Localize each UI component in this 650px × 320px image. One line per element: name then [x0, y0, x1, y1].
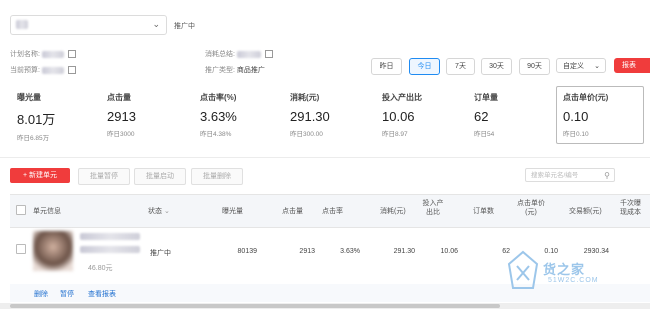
plan-selector[interactable]: ⌄	[10, 15, 167, 35]
edit-icon[interactable]	[264, 50, 273, 59]
edit-icon[interactable]	[67, 66, 76, 75]
plan-status: 推广中	[174, 23, 195, 30]
product-price: 46.80元	[88, 265, 113, 272]
budget-field: 当前预算:	[10, 65, 76, 75]
metric-value: 0.10	[563, 109, 589, 124]
metric-sub: 昨日54	[474, 131, 495, 138]
header-status[interactable]: 状态 ⌄	[148, 206, 170, 216]
batch-start-button[interactable]: 批量启动	[134, 168, 186, 185]
custom-label: 自定义	[563, 63, 584, 70]
date-yesterday-button[interactable]: 昨日	[371, 58, 402, 75]
metric-sub: 昨日0.10	[563, 131, 589, 138]
metric-orders: 订单量 62 昨日54	[474, 92, 564, 138]
metric-label: 曝光量	[17, 93, 41, 102]
row-pause-link[interactable]: 暂停	[60, 289, 74, 299]
header-roi[interactable]: 投入产 出比	[420, 199, 446, 217]
new-unit-button[interactable]: + 新建单元	[10, 168, 70, 183]
row-report-link[interactable]: 查看报表	[88, 289, 116, 299]
metric-label: 点击单价(元)	[563, 93, 609, 102]
row-delete-link[interactable]: 删除	[34, 289, 48, 299]
metric-label: 点击量	[107, 93, 131, 102]
product-subtitle-blurred	[80, 246, 140, 253]
chevron-down-icon: ⌄	[152, 19, 160, 29]
row-status: 推广中	[150, 250, 171, 257]
header-cost[interactable]: 消耗(元)	[380, 206, 406, 216]
row-checkbox[interactable]	[16, 244, 26, 254]
metric-impressions: 曝光量 8.01万 昨日6.85万	[17, 92, 107, 142]
header-ctr[interactable]: 点击率	[322, 206, 343, 216]
metric-roi: 投入产出比 10.06 昨日8.97	[382, 92, 472, 138]
metric-value: 3.63%	[200, 109, 237, 124]
metric-label: 消耗(元)	[290, 93, 320, 102]
row-gmv: 2930.34	[583, 248, 609, 255]
watermark-name: 货之家	[543, 262, 586, 277]
date-7d-button[interactable]: 7天	[446, 58, 475, 75]
header-cpc[interactable]: 点击单价 (元)	[514, 199, 548, 217]
header-clicks[interactable]: 点击量	[282, 206, 303, 216]
date-today-button[interactable]: 今日	[409, 58, 440, 75]
unit-search-input[interactable]: 搜索单元名/编号 ⚲	[525, 168, 615, 182]
header-impressions[interactable]: 曝光量	[222, 206, 243, 216]
row-clicks: 2913	[299, 248, 315, 255]
search-placeholder: 搜索单元名/编号	[531, 172, 579, 179]
metric-sub: 昨日3000	[107, 131, 135, 138]
date-custom-dropdown[interactable]: 自定义 ⌄	[556, 58, 606, 73]
metric-label: 订单量	[474, 93, 498, 102]
header-unit-info: 单元信息	[33, 208, 61, 215]
chevron-down-icon: ⌄	[594, 63, 600, 70]
date-90d-button[interactable]: 90天	[519, 58, 550, 75]
search-icon[interactable]: ⚲	[604, 169, 610, 183]
plan-name-blurred	[16, 20, 28, 29]
select-all-checkbox[interactable]	[16, 205, 26, 215]
promo-type-field: 推广类型: 商品推广	[205, 67, 265, 74]
metric-sub: 昨日6.85万	[17, 135, 50, 142]
metric-cpc: 点击单价(元) 0.10 昨日0.10	[556, 86, 644, 144]
row-ctr: 3.63%	[340, 248, 360, 255]
metric-cost: 消耗(元) 291.30 昨日300.00	[290, 92, 380, 138]
consume-field: 消耗总结:	[205, 49, 273, 59]
metric-sub: 昨日4.38%	[200, 131, 232, 138]
row-roi: 10.06	[440, 248, 458, 255]
product-thumbnail	[33, 231, 73, 271]
metric-value: 2913	[107, 109, 136, 124]
metric-value: 8.01万	[17, 112, 56, 127]
watermark-logo-icon	[507, 250, 539, 289]
metric-label: 投入产出比	[382, 93, 422, 102]
metric-value: 62	[474, 109, 489, 124]
metric-ctr: 点击率(%) 3.63% 昨日4.38%	[200, 92, 290, 138]
divider	[0, 157, 650, 158]
row-cost: 291.30	[393, 248, 415, 255]
metric-sub: 昨日8.97	[382, 131, 408, 138]
report-button[interactable]: 报表	[614, 58, 650, 73]
watermark-url: 51W2C.COM	[548, 277, 599, 284]
metric-label: 点击率(%)	[200, 93, 237, 102]
row-impressions: 80139	[237, 248, 257, 255]
filter-icon[interactable]: ⌄	[164, 208, 170, 215]
product-title-blurred	[80, 233, 140, 240]
batch-pause-button[interactable]: 批量暂停	[78, 168, 130, 185]
edit-icon[interactable]	[67, 50, 76, 59]
scrollbar-thumb[interactable]	[10, 304, 500, 308]
header-orders[interactable]: 订单数	[473, 206, 494, 216]
horizontal-scrollbar[interactable]	[0, 303, 650, 309]
metric-sub: 昨日300.00	[290, 131, 323, 138]
header-cpm[interactable]: 千次曝 现成本	[620, 199, 650, 217]
plan-name-field: 计划名称:	[10, 49, 76, 59]
metric-value: 291.30	[290, 109, 330, 124]
batch-delete-button[interactable]: 批量删除	[191, 168, 243, 185]
metric-value: 10.06	[382, 109, 415, 124]
header-gmv[interactable]: 交易额(元)	[569, 206, 602, 216]
date-30d-button[interactable]: 30天	[481, 58, 512, 75]
metric-clicks: 点击量 2913 昨日3000	[107, 92, 197, 138]
